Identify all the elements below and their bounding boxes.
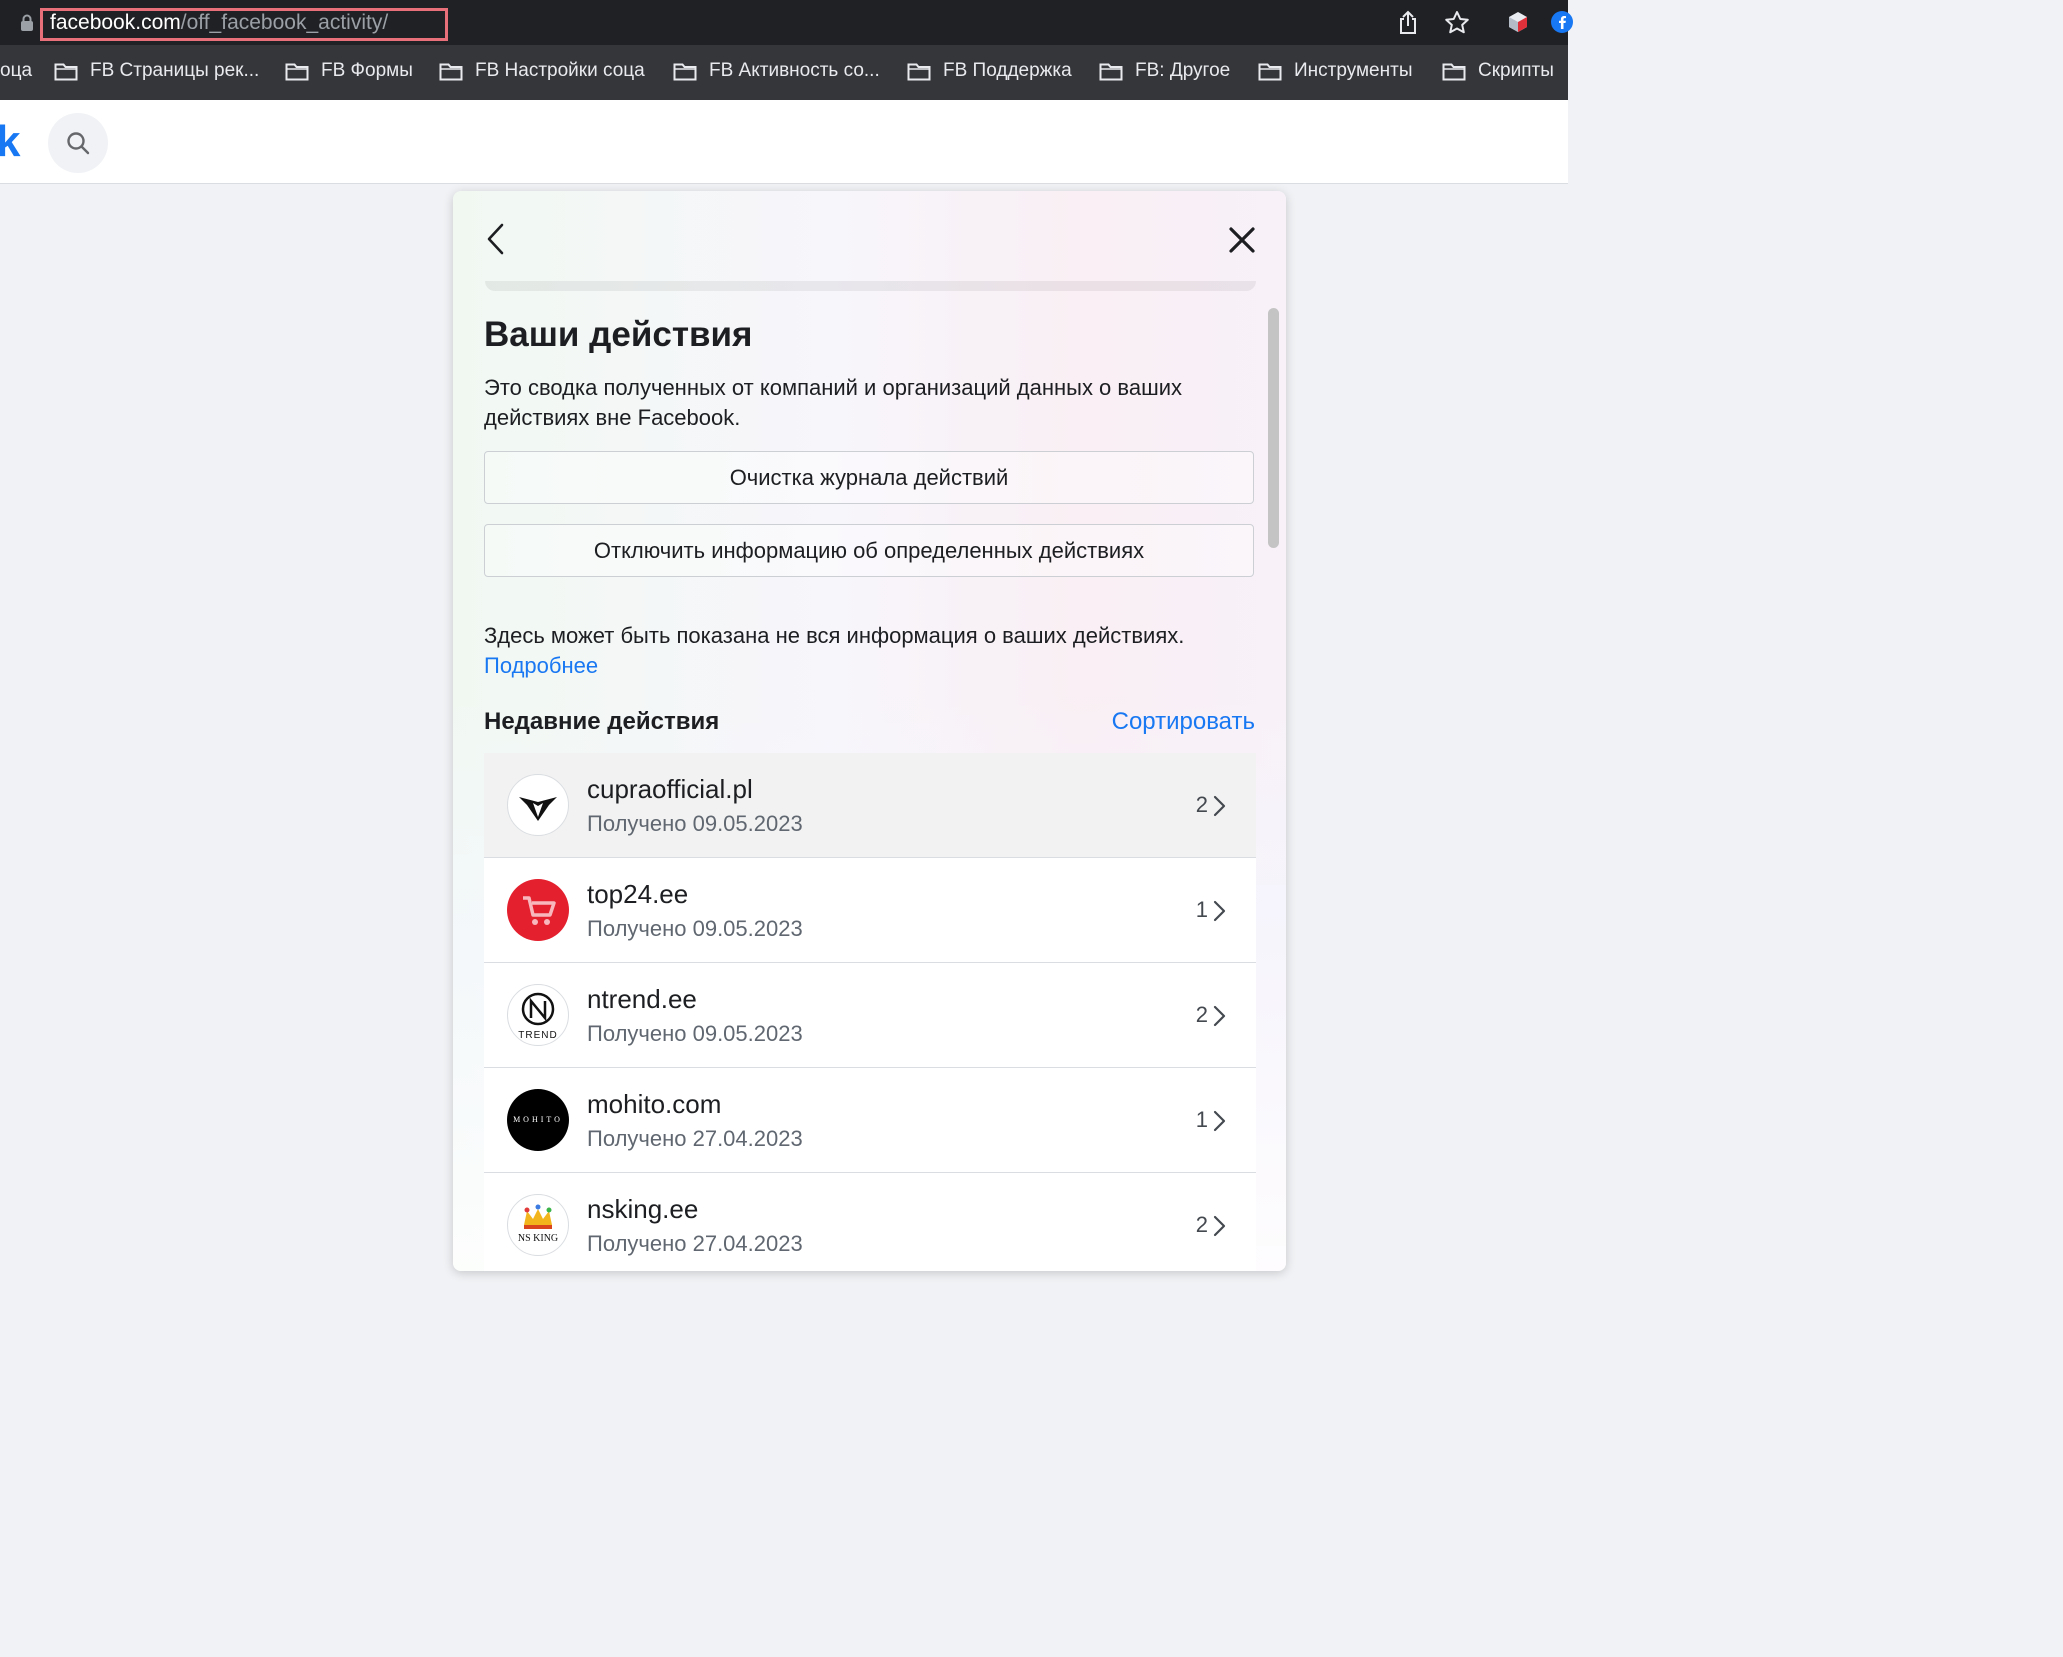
bookmark-label: Скрипты [1478, 60, 1554, 81]
page-title: Ваши действия [484, 315, 753, 354]
shopping-cart-icon [507, 879, 569, 941]
activity-count: 2 [1195, 792, 1208, 817]
bookmark-folder[interactable]: FB Страницы рек... [54, 58, 259, 84]
bookmark-label: FB Настройки соца [475, 60, 645, 81]
activity-date: Получено 27.04.2023 [587, 1126, 803, 1151]
activity-row[interactable]: NS KING nsking.ee Получено 27.04.2023 2 [484, 1173, 1256, 1271]
clear-history-button[interactable]: Очистка журнала действий [484, 451, 1254, 504]
bookmark-folder[interactable]: FB Поддержка [907, 58, 1072, 84]
facebook-extension-icon[interactable] [1550, 10, 1574, 39]
nsking-logo-text: NS KING [517, 1233, 559, 1244]
activity-name: ntrend.ee [587, 984, 697, 1014]
mohito-logo-text: MOHITO [513, 1115, 563, 1124]
extension-cube-icon[interactable] [1506, 10, 1530, 39]
bookmark-label: FB: Другое [1135, 60, 1231, 81]
chevron-right-icon [1213, 1005, 1226, 1027]
activity-date: Получено 09.05.2023 [587, 1021, 803, 1046]
header-divider [485, 281, 1256, 291]
chevron-right-icon [1213, 1215, 1226, 1237]
bookmark-label: FB Страницы рек... [90, 60, 260, 81]
activity-row[interactable]: MOHITO mohito.com Получено 27.04.2023 1 [484, 1068, 1256, 1173]
activity-row[interactable]: top24.ee Получено 09.05.2023 1 [484, 858, 1256, 963]
close-icon [1229, 227, 1255, 253]
activity-count: 2 [1195, 1002, 1208, 1027]
ntrend-logo-icon: TREND [507, 984, 569, 1046]
bookmarks-bar: оца FB Страницы рек... FB Формы FB Настр… [0, 45, 1568, 100]
disconnect-activity-button[interactable]: Отключить информацию об определенных дей… [484, 524, 1254, 577]
bookmark-star-icon[interactable] [1444, 10, 1470, 41]
cupra-logo-icon [507, 774, 569, 836]
facebook-logo[interactable]: k [0, 114, 20, 170]
info-note: Здесь может быть показана не вся информа… [484, 621, 1254, 681]
chevron-right-icon [1213, 900, 1226, 922]
chevron-right-icon [1213, 1110, 1226, 1132]
activity-name: mohito.com [587, 1089, 722, 1119]
activity-row[interactable]: cupraofficial.pl Получено 09.05.2023 2 [484, 753, 1256, 858]
folder-icon [673, 63, 697, 81]
facebook-header: k [0, 100, 1568, 184]
bookmark-folder[interactable]: FB Формы [285, 58, 413, 84]
share-icon[interactable] [1397, 10, 1419, 41]
url-field[interactable]: facebook.com/off_facebook_activity/ [50, 9, 388, 37]
activity-name: nsking.ee [587, 1194, 699, 1224]
off-facebook-activity-dialog: Ваши действия Это сводка полученных от к… [453, 191, 1286, 1271]
lock-icon [20, 14, 34, 37]
folder-icon [1099, 63, 1123, 81]
back-button[interactable] [483, 221, 509, 262]
info-note-text: Здесь может быть показана не вся информа… [484, 623, 1185, 648]
bookmark-partial[interactable]: оца [0, 58, 32, 84]
bookmark-folder[interactable]: FB Активность со... [673, 58, 880, 84]
mohito-logo-icon: MOHITO [507, 1089, 569, 1151]
activity-list: cupraofficial.pl Получено 09.05.2023 2 t… [484, 753, 1256, 1271]
recent-activity-title: Недавние действия [484, 708, 720, 735]
chevron-right-icon [1213, 795, 1226, 817]
bookmark-folder[interactable]: Инструменты [1258, 58, 1412, 84]
browser-address-bar: facebook.com/off_facebook_activity/ [0, 0, 1573, 45]
ntrend-logo-text: TREND [518, 1030, 558, 1041]
bookmark-label: Инструменты [1294, 60, 1413, 81]
activity-count: 2 [1195, 1212, 1208, 1237]
folder-icon [1258, 63, 1282, 81]
scrollbar-thumb[interactable] [1268, 308, 1279, 548]
folder-icon [285, 63, 309, 81]
crown-icon: NS KING [507, 1194, 569, 1256]
bookmark-folder[interactable]: FB Настройки соца [439, 58, 645, 84]
folder-icon [439, 63, 463, 81]
bookmark-label: FB Формы [321, 60, 413, 81]
activity-name: cupraofficial.pl [587, 774, 753, 804]
activity-name: top24.ee [587, 879, 689, 909]
folder-icon [907, 63, 931, 81]
activity-count: 1 [1195, 1107, 1208, 1132]
search-button[interactable] [48, 113, 108, 173]
learn-more-link[interactable]: Подробнее [484, 653, 598, 678]
url-host: facebook.com [50, 11, 181, 34]
activity-date: Получено 09.05.2023 [587, 811, 803, 836]
page-description: Это сводка полученных от компаний и орга… [484, 375, 1183, 430]
chevron-left-icon [487, 223, 504, 255]
activity-count: 1 [1195, 897, 1208, 922]
folder-icon [54, 63, 78, 81]
bookmark-folder[interactable]: Скрипты [1442, 58, 1554, 84]
activity-date: Получено 09.05.2023 [587, 916, 803, 941]
search-icon [67, 132, 90, 155]
bookmark-label: FB Поддержка [943, 60, 1072, 81]
activity-date: Получено 27.04.2023 [587, 1231, 803, 1256]
sort-button[interactable]: Сортировать [1112, 706, 1255, 738]
close-button[interactable] [1227, 225, 1257, 260]
bookmark-folder[interactable]: FB: Другое [1099, 58, 1230, 84]
activity-row[interactable]: TREND ntrend.ee Получено 09.05.2023 2 [484, 963, 1256, 1068]
url-path: /off_facebook_activity/ [180, 11, 389, 34]
bookmark-label: FB Активность со... [709, 60, 880, 81]
folder-icon [1442, 63, 1466, 81]
